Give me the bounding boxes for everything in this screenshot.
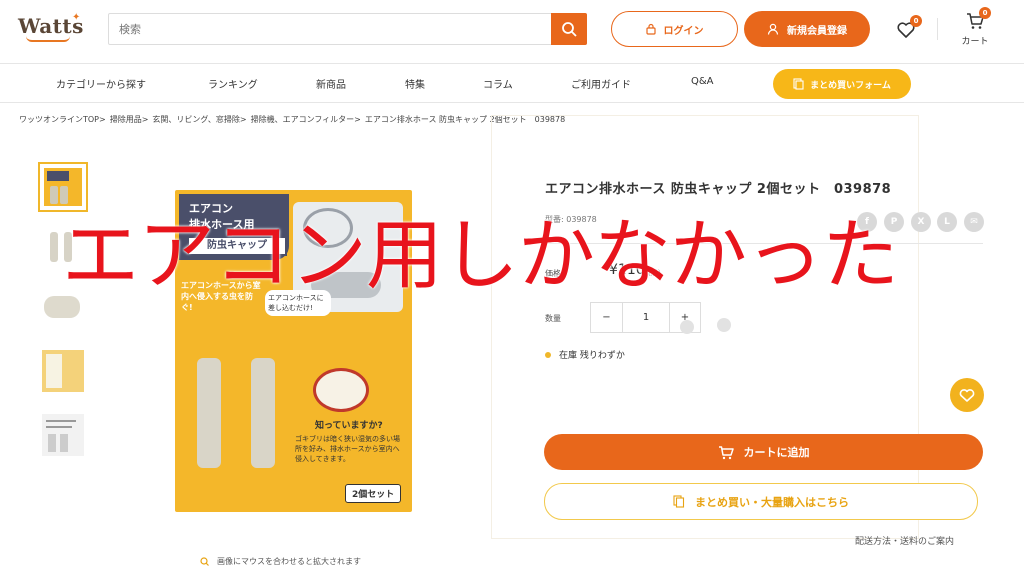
search-input[interactable] [109,14,552,44]
heart-icon [959,389,975,402]
logo-sparks-icon: ✦ [72,12,81,23]
cart-icon [718,445,734,459]
stock-dot-icon [545,351,551,358]
nav-item-column[interactable]: コラム [483,76,513,91]
login-label: ログイン [663,25,704,37]
thumbnail-package-image [44,168,82,206]
thumbnail-5[interactable] [38,410,88,460]
register-button[interactable]: 新規会員登録 [744,11,870,47]
cart-label: カート [961,37,989,47]
document-icon [793,78,804,90]
package-question: 知っていますか? [315,421,383,431]
register-label: 新規会員登録 [787,25,847,37]
thumbnail-package-back-image [42,350,84,392]
lock-icon [645,23,656,35]
favorites-count-badge: 0 [910,15,922,27]
site-header: Watts ✦ ログイン 新規会員登録 0 0 カート [0,0,1024,64]
x-icon[interactable]: X [911,212,931,232]
cap-left [197,358,221,468]
cart-count-badge: 0 [979,7,991,19]
bulk-form-label: まとめ買いフォーム [810,80,891,91]
breadcrumb: ワッツオンラインTOP> 掃除用品> 玄関、リビング、窓掃除> 掃除機、エアコンフィル… [19,114,569,125]
stock-status: 在庫 残りわずか [545,348,625,361]
bulk-form-button[interactable]: まとめ買いフォーム [773,69,911,99]
package-info: ゴキブリは暗く狭い湿気の多い場所を好み、排水ホースから室内へ侵入してきます。 [295,435,400,463]
breadcrumb-item-living[interactable]: 玄関、リビング、窓掃除> [152,115,246,124]
line-icon[interactable]: L [937,212,957,232]
zoom-hint: 画像にマウスを合わせると拡大されます [200,556,361,567]
stock-text: 在庫 残りわずか [559,351,625,361]
bulk-purchase-label: まとめ買い・大量購入はこちら [695,495,849,509]
add-to-cart-label: カートに追加 [743,446,810,459]
quantity-label: 数量 [545,314,561,323]
document-icon [673,495,685,508]
magnifier-icon [200,557,209,566]
cart-button[interactable]: 0 カート [960,7,991,48]
nav-item-guide[interactable]: ご利用ガイド [571,76,631,91]
thumbnail-instructions-image [42,414,84,456]
zoom-hint-text: 画像にマウスを合わせると拡大されます [217,557,361,566]
nav-item-new[interactable]: 新商品 [316,76,346,91]
loading-dot [717,318,731,332]
favorite-button[interactable] [950,378,984,412]
search-button[interactable] [551,13,587,45]
thumbnail-4[interactable] [38,346,88,396]
add-to-cart-button[interactable]: カートに追加 [544,434,983,470]
breadcrumb-item-cleaning[interactable]: 掃除用品> [110,115,149,124]
bulk-purchase-button[interactable]: まとめ買い・大量購入はこちら [544,483,978,520]
breadcrumb-item-vacuum[interactable]: 掃除機、エアコンフィルター> [251,115,361,124]
loading-dot [680,320,694,334]
shipping-link[interactable]: 配送方法・送料のご案内 [855,534,954,547]
nav-item-qa[interactable]: Q&A [691,76,714,87]
search-icon [562,22,577,37]
package-warning-circle [313,368,369,412]
overlay-caption: エアコン用しかなかった [62,212,899,301]
breadcrumb-item-top[interactable]: ワッツオンラインTOP> [19,115,106,124]
search-bar [108,13,587,45]
header-divider [937,18,938,40]
quantity-input[interactable]: 1 [623,303,669,332]
login-button[interactable]: ログイン [611,11,738,47]
mail-icon[interactable]: ✉ [964,212,984,232]
product-title: エアコン排水ホース 防虫キャップ 2個セット 039878 [545,182,892,197]
main-nav: カテゴリーから探す ランキング 新商品 特集 コラム ご利用ガイド Q&A まと… [0,65,1024,103]
nav-item-feature[interactable]: 特集 [405,76,425,91]
cap-right [251,358,275,468]
package-count-badge: 2個セット [345,484,402,503]
favorites-button[interactable]: 0 [896,15,922,40]
nav-item-ranking[interactable]: ランキング [208,76,258,91]
quantity-minus-button[interactable]: − [591,303,623,332]
user-icon [767,23,779,35]
thumbnail-1[interactable] [38,162,88,212]
nav-item-category[interactable]: カテゴリーから探す [56,76,146,91]
logo-smile [26,36,70,42]
